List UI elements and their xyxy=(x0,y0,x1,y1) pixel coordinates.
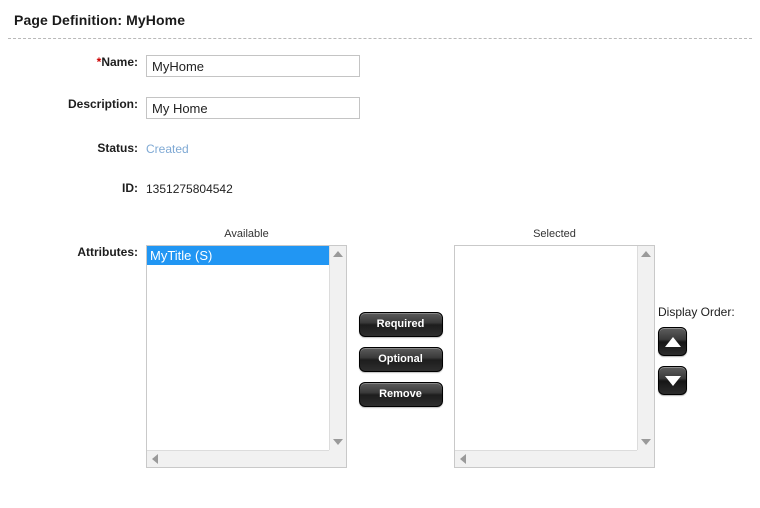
available-horizontal-scrollbar[interactable] xyxy=(147,450,346,467)
form-row-id: ID: 1351275804542 xyxy=(0,181,760,197)
scroll-arrow-left-icon[interactable] xyxy=(147,451,163,467)
attributes-label: Attributes: xyxy=(77,245,138,259)
selected-listbox[interactable] xyxy=(454,245,655,468)
description-field-area xyxy=(146,97,760,119)
form-row-description: Description: xyxy=(0,97,760,119)
attributes-field-area: Available MyTitle (S) Required Optional … xyxy=(146,227,760,468)
transfer-buttons: Required Optional Remove xyxy=(347,227,454,407)
triangle-up-icon xyxy=(664,336,681,347)
form-row-name: *Name: xyxy=(0,55,760,77)
id-label: ID: xyxy=(122,181,138,195)
display-order-label: Display Order: xyxy=(658,305,735,319)
page-definition-form: *Name: Description: Status: Created ID: … xyxy=(0,55,760,468)
page-title: Page Definition: MyHome xyxy=(14,12,186,28)
remove-button[interactable]: Remove xyxy=(358,382,443,407)
name-label: *Name: xyxy=(0,55,146,69)
name-label-text: Name: xyxy=(101,55,138,69)
header-divider xyxy=(8,38,752,39)
available-list-column: Available MyTitle (S) xyxy=(146,227,347,468)
available-listbox[interactable]: MyTitle (S) xyxy=(146,245,347,468)
status-label: Status: xyxy=(97,141,138,155)
description-input[interactable] xyxy=(146,97,360,119)
move-up-button[interactable] xyxy=(658,327,687,356)
selected-horizontal-scrollbar[interactable] xyxy=(455,450,654,467)
form-row-attributes: Attributes: Available MyTitle (S) Requir… xyxy=(0,227,760,468)
move-down-button[interactable] xyxy=(658,366,687,395)
available-list-content[interactable]: MyTitle (S) xyxy=(147,246,329,450)
name-field-area xyxy=(146,55,760,77)
selected-caption: Selected xyxy=(533,228,576,240)
status-field-area: Created xyxy=(146,141,760,157)
selected-vertical-scrollbar[interactable] xyxy=(637,246,654,450)
list-item[interactable]: MyTitle (S) xyxy=(147,246,329,265)
id-value: 1351275804542 xyxy=(146,182,233,196)
scroll-arrow-left-icon[interactable] xyxy=(455,451,471,467)
scroll-arrow-up-icon[interactable] xyxy=(638,246,654,262)
available-caption: Available xyxy=(224,228,269,240)
scroll-arrow-up-icon[interactable] xyxy=(330,246,346,262)
dual-list-container: Available MyTitle (S) Required Optional … xyxy=(146,227,760,468)
required-button[interactable]: Required xyxy=(358,312,443,337)
scroll-arrow-down-icon[interactable] xyxy=(330,434,346,450)
optional-button[interactable]: Optional xyxy=(358,347,443,372)
selected-list-column: Selected xyxy=(454,227,655,468)
scrollbar-corner xyxy=(329,450,346,467)
selected-list-content[interactable] xyxy=(455,246,637,450)
id-field-area: 1351275804542 xyxy=(146,181,760,197)
triangle-down-icon xyxy=(664,375,681,386)
description-label: Description: xyxy=(67,97,138,111)
scrollbar-corner xyxy=(637,450,654,467)
name-input[interactable] xyxy=(146,55,360,77)
status-value: Created xyxy=(146,142,189,156)
display-order-panel: Display Order: xyxy=(658,305,760,405)
available-vertical-scrollbar[interactable] xyxy=(329,246,346,450)
scroll-arrow-down-icon[interactable] xyxy=(638,434,654,450)
form-row-status: Status: Created xyxy=(0,141,760,157)
